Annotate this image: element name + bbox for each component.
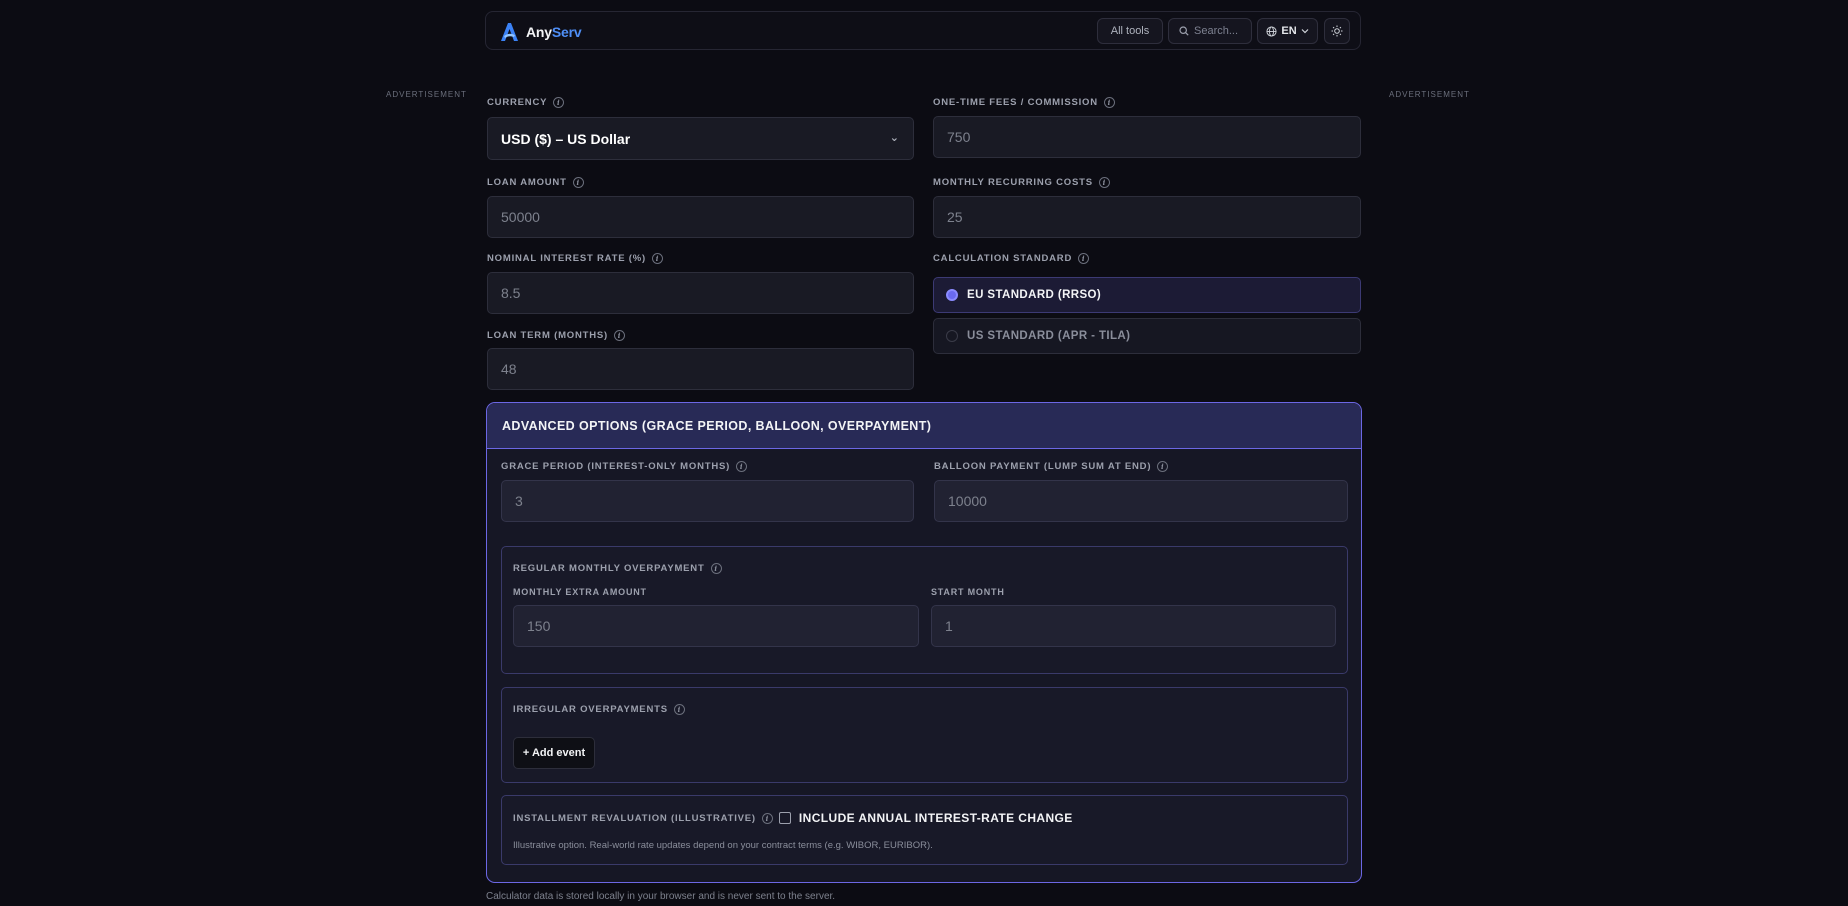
recurring-costs-label-text: MONTHLY RECURRING COSTS [933,177,1093,188]
loan-amount-placeholder: 50000 [501,209,540,225]
info-icon[interactable]: i [736,461,748,472]
info-icon[interactable]: i [1078,253,1090,264]
add-event-label: + Add event [522,747,586,759]
radio-unselected-icon [946,330,958,342]
monthly-extra-placeholder: 150 [527,618,551,634]
grace-period-input[interactable]: 3 [501,480,914,522]
chevron-down-icon: ⌄ [889,132,899,144]
loan-term-label-text: LOAN TERM (MONTHS) [487,330,608,341]
irregular-overpayments-title: IRREGULAR OVERPAYMENTS i [513,704,685,715]
info-icon[interactable]: i [761,812,773,824]
calculation-standard-label: CALCULATION STANDARD i [933,253,1090,264]
language-label: EN [1281,25,1297,37]
irregular-overpayments-section: IRREGULAR OVERPAYMENTS i + Add event [501,687,1348,783]
brand-name: AnyServ [526,24,582,40]
start-month-placeholder: 1 [945,618,953,634]
top-navbar: AnyServ All tools Search... EN [485,11,1361,50]
recurring-costs-label: MONTHLY RECURRING COSTS i [933,177,1110,188]
monthly-extra-label: MONTHLY EXTRA AMOUNT [513,587,647,597]
storage-footer-note: Calculator data is stored locally in you… [486,891,836,902]
currency-label: CURRENCY i [487,97,565,108]
recurring-costs-input[interactable]: 25 [933,196,1361,238]
currency-label-text: CURRENCY [487,97,548,108]
balloon-payment-input[interactable]: 10000 [934,480,1348,522]
advertisement-label-left: ADVERTISEMENT [386,90,467,99]
loan-term-placeholder: 48 [501,361,517,377]
radio-us-label: US STANDARD (APR - TILA) [967,330,1131,342]
fees-placeholder: 750 [947,129,971,145]
advanced-options-panel: ADVANCED OPTIONS (GRACE PERIOD, BALLOON,… [486,402,1362,883]
all-tools-button[interactable]: All tools [1097,18,1163,44]
balloon-payment-placeholder: 10000 [948,493,987,509]
loan-amount-label-text: LOAN AMOUNT [487,177,567,188]
loan-amount-label: LOAN AMOUNT i [487,177,584,188]
brand-name-part2: Serv [551,24,582,40]
info-icon[interactable]: i [1098,177,1110,188]
revaluation-note: Illustrative option. Real-world rate upd… [513,840,933,851]
search-icon [1179,26,1189,36]
advanced-options-header[interactable]: ADVANCED OPTIONS (GRACE PERIOD, BALLOON,… [487,403,1361,449]
currency-value: USD ($) – US Dollar [501,130,631,147]
info-icon[interactable]: i [651,253,663,264]
start-month-label: START MONTH [931,587,1005,597]
interest-rate-input[interactable]: 8.5 [487,272,914,314]
radio-us-standard[interactable]: US STANDARD (APR - TILA) [933,318,1361,354]
info-icon[interactable]: i [614,330,625,341]
loan-amount-input[interactable]: 50000 [487,196,914,238]
revaluation-title-text: INSTALLMENT REVALUATION (ILLUSTRATIVE) [513,812,756,824]
info-icon[interactable]: i [710,563,722,574]
currency-select[interactable]: USD ($) – US Dollar ⌄ [487,117,914,160]
radio-eu-standard[interactable]: EU STANDARD (RRSO) [933,277,1361,313]
monthly-extra-input[interactable]: 150 [513,605,919,647]
add-event-button[interactable]: + Add event [513,737,595,769]
all-tools-label: All tools [1110,25,1150,37]
brand-name-part1: Any [526,24,552,40]
regular-overpayment-title-text: REGULAR MONTHLY OVERPAYMENT [513,563,705,574]
revaluation-section: INSTALLMENT REVALUATION (ILLUSTRATIVE) i… [501,795,1348,865]
search-placeholder: Search... [1194,25,1239,37]
loan-term-label: LOAN TERM (MONTHS) i [487,330,625,341]
fees-label: ONE-TIME FEES / COMMISSION i [933,97,1115,108]
balloon-payment-label-text: BALLOON PAYMENT (LUMP SUM AT END) [934,461,1152,472]
regular-overpayment-title: REGULAR MONTHLY OVERPAYMENT i [513,563,722,574]
start-month-input[interactable]: 1 [931,605,1336,647]
sun-icon [1331,25,1343,37]
language-selector[interactable]: EN [1257,18,1318,44]
info-icon[interactable]: i [572,177,584,188]
info-icon[interactable]: i [1157,461,1169,472]
search-input[interactable]: Search... [1168,18,1252,44]
regular-overpayment-section: REGULAR MONTHLY OVERPAYMENT i MONTHLY EXT… [501,546,1348,674]
calculation-standard-label-text: CALCULATION STANDARD [933,253,1073,264]
fees-label-text: ONE-TIME FEES / COMMISSION [933,97,1098,108]
advertisement-label-right: ADVERTISEMENT [1389,90,1470,99]
annual-rate-change-label[interactable]: INCLUDE ANNUAL INTEREST-RATE CHANGE [799,811,1073,825]
grace-period-label: GRACE PERIOD (INTEREST-ONLY MONTHS) i [501,461,748,472]
globe-icon [1266,25,1277,37]
info-icon[interactable]: i [673,704,685,715]
interest-rate-label: NOMINAL INTEREST RATE (%) i [487,253,663,264]
grace-period-label-text: GRACE PERIOD (INTEREST-ONLY MONTHS) [501,461,731,472]
interest-rate-placeholder: 8.5 [501,285,521,301]
grace-period-placeholder: 3 [515,493,523,509]
logo-icon [501,23,518,41]
info-icon[interactable]: i [553,97,565,108]
loan-term-input[interactable]: 48 [487,348,914,390]
interest-rate-label-text: NOMINAL INTEREST RATE (%) [487,253,646,264]
radio-eu-label: EU STANDARD (RRSO) [967,289,1102,301]
fees-input[interactable]: 750 [933,116,1361,158]
advanced-options-title: ADVANCED OPTIONS (GRACE PERIOD, BALLOON,… [502,418,932,433]
chevron-down-icon [1301,29,1309,34]
radio-selected-icon [946,289,958,301]
balloon-payment-label: BALLOON PAYMENT (LUMP SUM AT END) i [934,461,1169,472]
recurring-costs-placeholder: 25 [947,209,963,225]
irregular-overpayments-title-text: IRREGULAR OVERPAYMENTS [513,704,668,715]
theme-toggle-button[interactable] [1324,18,1350,44]
annual-rate-change-checkbox[interactable] [778,812,791,824]
revaluation-title: INSTALLMENT REVALUATION (ILLUSTRATIVE) i… [513,811,1073,825]
info-icon[interactable]: i [1103,97,1115,108]
brand-logo[interactable]: AnyServ [498,21,582,43]
